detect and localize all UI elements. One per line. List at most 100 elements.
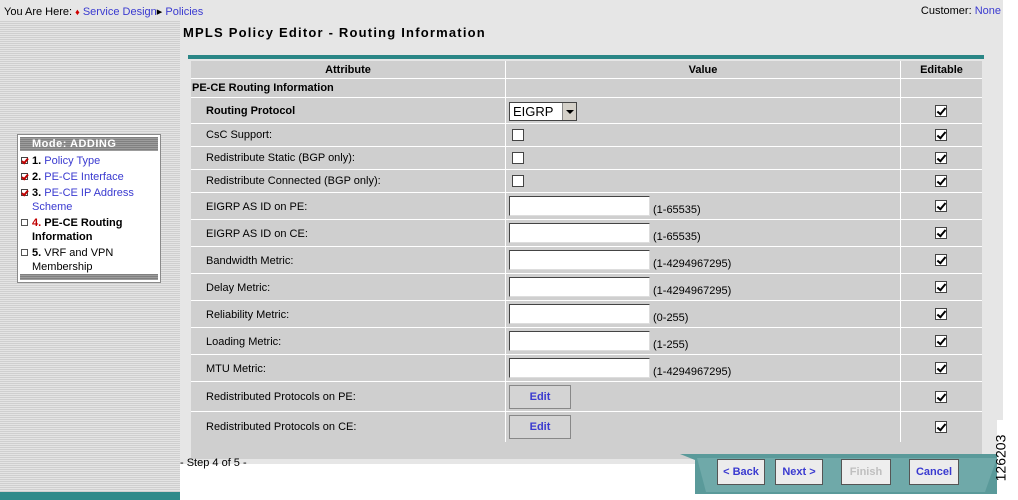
table-row: Redistributed Protocols on PE: Edit [191,382,982,412]
step-pe-ce-ip-address-scheme[interactable]: 3. PE-CE IP Address Scheme [21,186,160,214]
table-row: Reliability Metric: (0-255) [191,301,982,328]
panel-accent-bar [188,55,984,59]
row-label: Reliability Metric: [206,309,290,321]
finish-button: Finish [841,459,891,485]
value-cell [506,170,901,192]
editable-checkbox[interactable] [935,335,947,347]
label-cell: Routing Protocol [191,98,506,123]
step-check-icon [21,157,28,164]
chevron-down-icon[interactable] [562,103,576,120]
back-button[interactable]: < Back [717,459,765,485]
bandwidth-metric-input[interactable] [509,250,650,270]
range-hint: (1-65535) [653,231,701,243]
editable-checkbox[interactable] [935,152,947,164]
edit-pe-protocols-button[interactable]: Edit [509,385,571,409]
steps-panel: Mode: ADDING 1. Policy Type 2. PE-CE Int… [17,134,161,283]
customer-link[interactable]: None [975,5,1001,17]
editable-checkbox[interactable] [935,391,947,403]
breadcrumb-prefix: You Are Here: [4,6,73,18]
next-button[interactable]: Next > [775,459,823,485]
step-number: 2. [32,171,42,183]
table-row: CsC Support: [191,124,982,147]
editable-checkbox[interactable] [935,421,947,433]
value-cell: (1-4294967295) [506,274,901,300]
content-panel: Attribute Value Editable PE-CE Routing I… [180,43,1003,464]
figure-id-text: 126203 [992,434,1009,482]
breadcrumb-service-design[interactable]: Service Design [83,6,157,18]
row-label: Routing Protocol [206,105,296,117]
section-cell: PE-CE Routing Information [191,79,506,97]
editable-cell [901,412,982,442]
editable-cell [901,193,982,219]
step-label[interactable]: Policy Type [44,155,100,167]
reliability-metric-input[interactable] [509,304,650,324]
eigrp-as-id-ce-input[interactable] [509,223,650,243]
mtu-metric-input[interactable] [509,358,650,378]
header-attribute: Attribute [191,61,506,79]
row-label: Redistribute Static (BGP only): [206,152,355,164]
editable-checkbox[interactable] [935,308,947,320]
breadcrumb-policies[interactable]: Policies [165,6,203,18]
value-cell: (0-255) [506,301,901,327]
eigrp-as-id-pe-input[interactable] [509,196,650,216]
header-value: Value [506,61,901,79]
row-label: MTU Metric: [206,363,266,375]
editable-checkbox[interactable] [935,200,947,212]
attributes-table: Attribute Value Editable PE-CE Routing I… [191,61,982,459]
top-bar: You Are Here: ♦ Service Design▸ Policies… [0,0,1003,21]
editable-cell [901,382,982,411]
editable-checkbox[interactable] [935,281,947,293]
row-label: CsC Support: [206,129,273,141]
step-label[interactable]: PE-CE IP Address Scheme [32,187,134,213]
edit-ce-protocols-button[interactable]: Edit [509,415,571,439]
step-policy-type[interactable]: 1. Policy Type [21,154,160,168]
step-number: 1. [32,155,42,167]
step-pe-ce-interface[interactable]: 2. PE-CE Interface [21,170,160,184]
figure-id: 126203 [992,420,1018,500]
editable-checkbox[interactable] [935,254,947,266]
table-row: Redistribute Connected (BGP only): [191,170,982,193]
label-cell: Redistributed Protocols on PE: [191,382,506,411]
label-cell: CsC Support: [191,124,506,146]
label-cell: Redistribute Static (BGP only): [191,147,506,169]
value-cell: Edit [506,382,901,411]
editable-checkbox[interactable] [935,129,947,141]
range-hint: (0-255) [653,312,689,324]
step-box-icon [21,249,28,256]
step-check-icon [21,173,28,180]
redistribute-connected-checkbox[interactable] [512,175,524,187]
table-row: Redistribute Static (BGP only): [191,147,982,170]
table-row: Redistributed Protocols on CE: Edit [191,412,982,442]
label-cell: Redistribute Connected (BGP only): [191,170,506,192]
section-value-cell [506,79,901,97]
value-cell: (1-65535) [506,220,901,246]
table-row: Bandwidth Metric: (1-4294967295) [191,247,982,274]
value-cell: (1-4294967295) [506,247,901,273]
range-hint: (1-255) [653,339,689,351]
editable-checkbox[interactable] [935,175,947,187]
range-hint: (1-4294967295) [653,258,732,270]
range-hint: (1-65535) [653,204,701,216]
editable-cell [901,274,982,300]
label-cell: Delay Metric: [191,274,506,300]
left-pane-strip [0,492,180,500]
step-label[interactable]: PE-CE Interface [44,171,123,183]
table-row: Loading Metric: (1-255) [191,328,982,355]
delay-metric-input[interactable] [509,277,650,297]
label-cell: MTU Metric: [191,355,506,381]
value-cell: (1-4294967295) [506,355,901,381]
editable-checkbox[interactable] [935,227,947,239]
cancel-button[interactable]: Cancel [909,459,959,485]
editable-checkbox[interactable] [935,105,947,117]
editable-cell [901,328,982,354]
editable-checkbox[interactable] [935,362,947,374]
value-cell: Edit [506,412,901,442]
redistribute-static-checkbox[interactable] [512,152,524,164]
editable-cell [901,301,982,327]
csc-support-checkbox[interactable] [512,129,524,141]
loading-metric-input[interactable] [509,331,650,351]
editable-cell [901,170,982,192]
step-label: VRF and VPN Membership [32,247,114,273]
row-label: Redistributed Protocols on PE: [206,391,356,403]
routing-protocol-select[interactable]: EIGRP [509,102,577,121]
